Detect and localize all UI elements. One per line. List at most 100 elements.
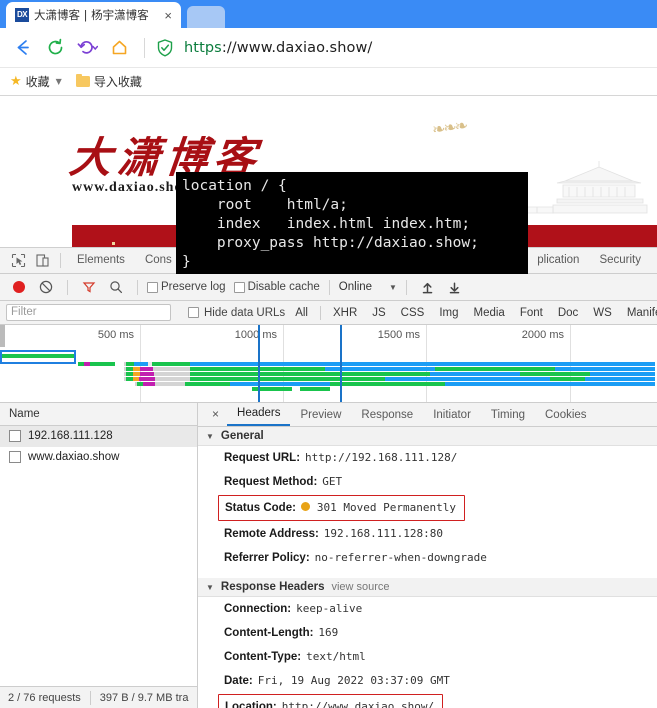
- waterfall-bar: [190, 372, 430, 376]
- waterfall-bar: [152, 362, 190, 366]
- filter-chip-xhr[interactable]: XHR: [328, 306, 362, 320]
- browser-window: DX 大潇博客 | 杨宇潇博客 × https://www.daxiao.sho…: [0, 0, 657, 708]
- waterfall-bar: [126, 372, 133, 376]
- request-row[interactable]: 192.168.111.128: [0, 426, 197, 447]
- code-line: root html/a;: [182, 197, 348, 213]
- tab-application[interactable]: plication: [527, 248, 589, 273]
- triangle-down-icon: ▼: [206, 582, 214, 592]
- url-rest: ://www.daxiao.show/: [221, 39, 373, 56]
- filter-chip-media[interactable]: Media: [469, 306, 510, 320]
- close-icon[interactable]: ×: [162, 9, 174, 22]
- tab-initiator[interactable]: Initiator: [423, 404, 481, 426]
- browser-tab[interactable]: DX 大潇博客 | 杨宇潇博客 ×: [6, 2, 181, 28]
- header-row-connection: Connection: keep-alive: [198, 597, 657, 621]
- waterfall-bar: [143, 382, 155, 386]
- bookmark-item-imported[interactable]: 导入收藏: [75, 73, 142, 90]
- chevron-down-icon[interactable]: ▼: [56, 77, 62, 86]
- view-source-link[interactable]: view source: [331, 581, 389, 593]
- tab-security[interactable]: Security: [589, 248, 657, 273]
- network-status-bar: 2 / 76 requests 397 B / 9.7 MB tra: [0, 686, 197, 708]
- filter-chip-all[interactable]: All: [290, 306, 313, 320]
- import-har-icon[interactable]: [416, 275, 440, 299]
- overview-selection-window[interactable]: [0, 350, 76, 364]
- filter-chip-doc[interactable]: Doc: [553, 306, 583, 320]
- timeline-tick-label: 2000 ms: [521, 329, 564, 341]
- waterfall-bar: [445, 382, 655, 386]
- request-row[interactable]: www.daxiao.show: [0, 447, 197, 468]
- code-line: index index.html index.htm;: [182, 216, 471, 232]
- bookmark-item-favorites[interactable]: ★ 收藏 ▼: [10, 73, 62, 90]
- tab-elements[interactable]: Elements: [67, 248, 135, 273]
- column-header-name[interactable]: Name: [0, 403, 197, 426]
- tab-timing[interactable]: Timing: [481, 404, 535, 426]
- back-arrow-icon[interactable]: [8, 33, 38, 63]
- filter-chip-css[interactable]: CSS: [396, 306, 430, 320]
- reload-icon[interactable]: [40, 33, 70, 63]
- tab-preview[interactable]: Preview: [290, 404, 351, 426]
- waterfall-bar: [139, 377, 155, 381]
- security-shield-icon[interactable]: [155, 38, 175, 58]
- section-general-header[interactable]: ▼ General: [198, 427, 657, 446]
- waterfall-bar: [133, 367, 140, 371]
- tab-title: 大潇博客 | 杨宇潇博客: [34, 8, 149, 22]
- header-value: 169: [318, 626, 339, 639]
- tab-cookies[interactable]: Cookies: [535, 404, 597, 426]
- hide-data-urls-checkbox[interactable]: [188, 307, 199, 318]
- overview-handle-left[interactable]: [0, 325, 5, 347]
- tab-headers[interactable]: Headers: [227, 403, 291, 426]
- header-row-request-method: Request Method: GET: [198, 470, 657, 494]
- filter-chip-ws[interactable]: WS: [588, 306, 617, 320]
- address-bar[interactable]: https://www.daxiao.show/: [184, 40, 372, 56]
- request-list-panel: Name 192.168.111.128 www.daxiao.show 2 /…: [0, 403, 198, 708]
- device-toolbar-icon[interactable]: [30, 249, 54, 273]
- request-count: 2 / 76 requests: [8, 691, 81, 704]
- filter-chip-font[interactable]: Font: [515, 306, 548, 320]
- divider: [60, 253, 61, 268]
- header-key: Request Method:: [224, 476, 318, 488]
- timeline-tick-label: 1500 ms: [377, 329, 420, 341]
- star-icon: ★: [10, 74, 22, 89]
- preserve-log-checkbox[interactable]: [147, 281, 158, 293]
- header-row-remote-address: Remote Address: 192.168.111.128:80: [198, 522, 657, 546]
- search-icon[interactable]: [104, 275, 128, 299]
- clear-icon[interactable]: [34, 275, 58, 299]
- header-value: http://www.daxiao.show/: [281, 700, 435, 708]
- code-line: location / {: [182, 178, 287, 194]
- bookmark-label: 导入收藏: [93, 75, 142, 89]
- header-value: Fri, 19 Aug 2022 03:37:09 GMT: [257, 674, 450, 687]
- close-icon[interactable]: ×: [204, 403, 227, 426]
- record-button[interactable]: [7, 275, 31, 299]
- bookmarks-bar: ★ 收藏 ▼ 导入收藏: [0, 68, 657, 96]
- header-key: Connection:: [224, 603, 292, 615]
- section-response-headers[interactable]: ▼ Response Headers view source: [198, 578, 657, 597]
- document-icon: [9, 451, 21, 463]
- network-overview-timeline[interactable]: 500 ms 1000 ms 1500 ms 2000 ms: [0, 325, 657, 403]
- filter-chip-manifest[interactable]: Manifest: [622, 306, 657, 320]
- bookmark-label: 收藏: [25, 75, 50, 89]
- tab-response[interactable]: Response: [351, 404, 423, 426]
- chevron-down-icon[interactable]: ▼: [389, 283, 397, 292]
- transferred-size: 397 B / 9.7 MB tra: [99, 691, 189, 704]
- section-title: General: [220, 430, 264, 442]
- divider: [405, 279, 407, 295]
- inspect-element-icon[interactable]: [6, 249, 30, 273]
- disable-cache-checkbox[interactable]: [233, 281, 245, 293]
- waterfall-bar: [520, 372, 590, 376]
- tab-console[interactable]: Cons: [135, 248, 182, 273]
- filter-funnel-icon[interactable]: [77, 275, 101, 299]
- header-key: Remote Address:: [224, 528, 319, 540]
- devtools-panel: Elements Cons plication Security Preserv…: [0, 247, 657, 708]
- location-header-highlight: Location: http://www.daxiao.show/: [198, 693, 657, 708]
- home-icon[interactable]: [104, 33, 134, 63]
- new-tab-button[interactable]: [187, 6, 225, 28]
- section-title: Response Headers: [220, 581, 325, 593]
- history-dropdown-icon[interactable]: [72, 33, 102, 63]
- waterfall-bar: [550, 377, 585, 381]
- filter-input[interactable]: Filter: [6, 304, 171, 321]
- export-har-icon[interactable]: [443, 275, 467, 299]
- load-event-marker: [340, 325, 342, 402]
- header-value: keep-alive: [296, 602, 363, 615]
- filter-chip-js[interactable]: JS: [367, 306, 390, 320]
- throttling-select[interactable]: Online: [339, 281, 372, 293]
- filter-chip-img[interactable]: Img: [434, 306, 463, 320]
